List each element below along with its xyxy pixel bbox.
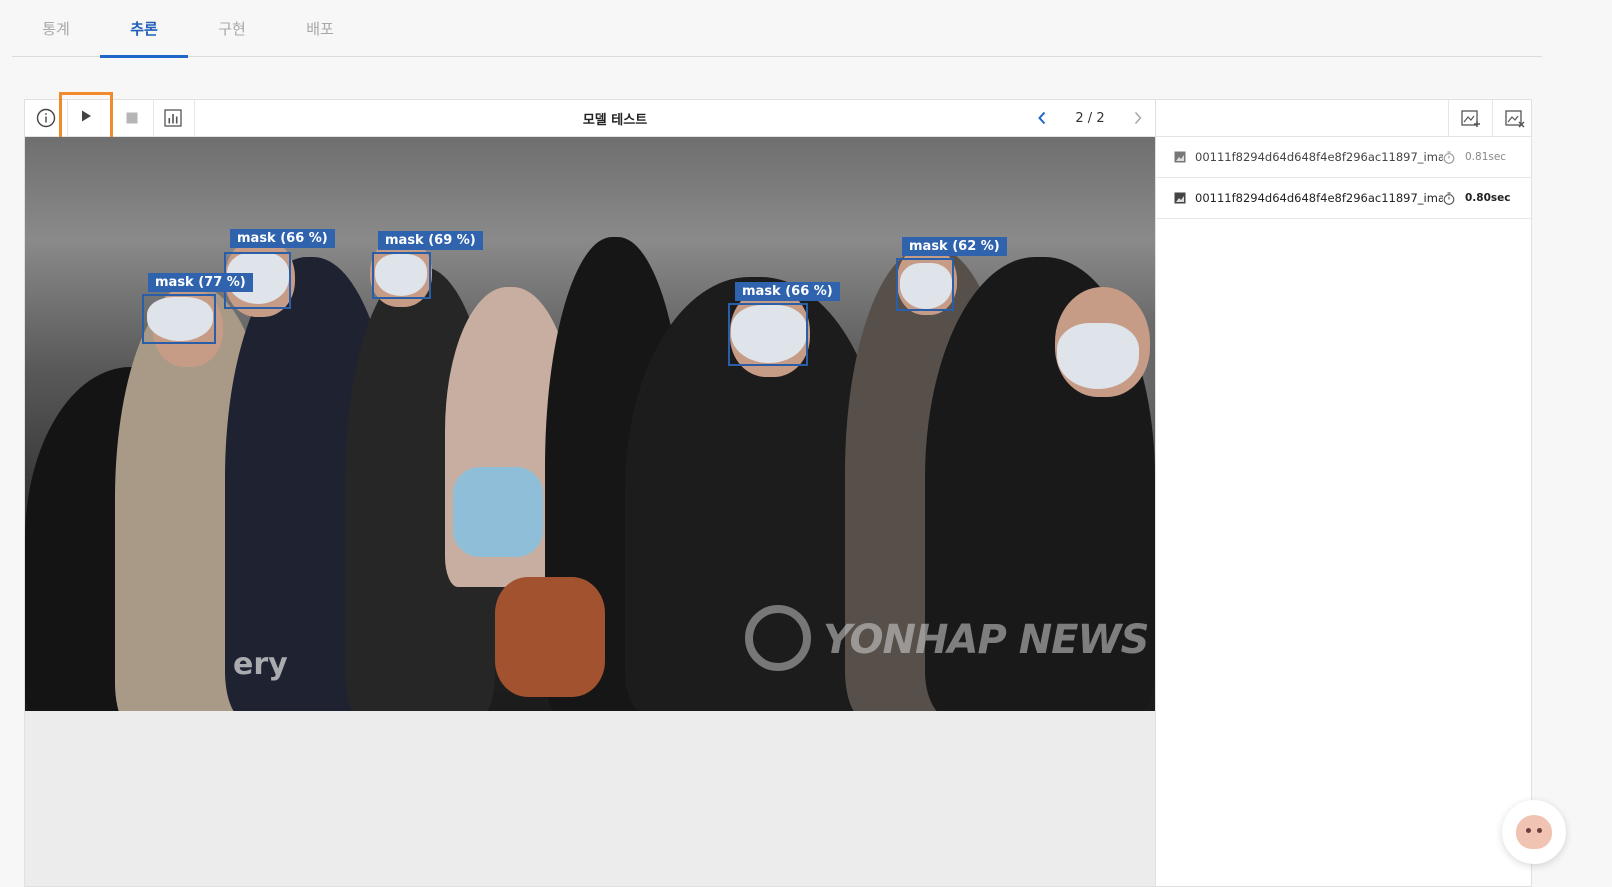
blue-bag bbox=[453, 467, 543, 557]
watermark: YONHAP NEWS bbox=[823, 617, 1149, 663]
assistant-avatar-icon bbox=[1516, 815, 1552, 849]
play-icon bbox=[82, 110, 91, 122]
page-indicator: 2 / 2 bbox=[1075, 110, 1105, 126]
result-time: 0.81sec bbox=[1465, 151, 1507, 163]
remove-image-button[interactable] bbox=[1492, 100, 1536, 136]
play-button[interactable] bbox=[59, 92, 113, 140]
image-file-icon bbox=[1174, 192, 1186, 204]
result-row[interactable]: 00111f8294d64d648f4e8f296ac11897_imag...… bbox=[1156, 137, 1531, 178]
add-image-button[interactable] bbox=[1448, 100, 1492, 136]
results-toolbar bbox=[1156, 100, 1531, 137]
pagination: 2 / 2 bbox=[1025, 100, 1155, 136]
tab-statistics[interactable]: 통계 bbox=[12, 0, 100, 57]
chart-icon bbox=[164, 109, 182, 127]
tab-bar: 통계 추론 구현 배포 bbox=[12, 0, 1542, 58]
detection-box bbox=[142, 294, 216, 344]
detection-label: mask (69 %) bbox=[378, 231, 483, 250]
brown-bag bbox=[495, 577, 605, 697]
detection-label: mask (66 %) bbox=[230, 229, 335, 248]
result-row[interactable]: 00111f8294d64d648f4e8f296ac11897_imag...… bbox=[1156, 178, 1531, 219]
face-mask bbox=[1057, 323, 1139, 389]
inference-toolbar: 모델 테스트 2 / 2 bbox=[25, 92, 1155, 140]
stop-icon bbox=[126, 112, 138, 124]
previous-button[interactable] bbox=[1033, 109, 1051, 127]
remove-image-icon bbox=[1504, 110, 1524, 128]
detection-box bbox=[728, 303, 808, 366]
result-filename: 00111f8294d64d648f4e8f296ac11897_imag... bbox=[1195, 191, 1443, 205]
inference-image: mask (66 %) mask (69 %) mask (77 %) mask… bbox=[25, 137, 1155, 711]
detection-label: mask (62 %) bbox=[902, 237, 1007, 256]
next-button[interactable] bbox=[1129, 109, 1147, 127]
stop-button[interactable] bbox=[111, 100, 154, 136]
tab-implementation[interactable]: 구현 bbox=[188, 0, 276, 57]
timer-icon bbox=[1443, 150, 1455, 164]
timer-icon bbox=[1443, 191, 1455, 205]
watermark-fragment: ery bbox=[233, 647, 288, 682]
detection-label: mask (77 %) bbox=[148, 273, 253, 292]
chevron-right-icon bbox=[1134, 111, 1142, 125]
detection-label: mask (66 %) bbox=[735, 282, 840, 301]
yonhap-logo bbox=[745, 605, 811, 671]
tab-deployment[interactable]: 배포 bbox=[276, 0, 364, 57]
inference-panel: 모델 테스트 2 / 2 mask (66 %) mask (69 %) mas… bbox=[24, 92, 1156, 887]
result-filename: 00111f8294d64d648f4e8f296ac11897_imag... bbox=[1195, 150, 1443, 164]
tab-inference[interactable]: 추론 bbox=[100, 0, 188, 58]
chevron-left-icon bbox=[1038, 111, 1046, 125]
results-panel: 00111f8294d64d648f4e8f296ac11897_imag...… bbox=[1156, 99, 1532, 887]
add-image-icon bbox=[1460, 110, 1480, 127]
chart-button[interactable] bbox=[152, 100, 195, 136]
image-file-icon bbox=[1174, 151, 1186, 163]
detection-box bbox=[896, 258, 954, 311]
detection-box bbox=[372, 252, 431, 299]
info-icon bbox=[36, 108, 56, 128]
chat-assistant-button[interactable] bbox=[1502, 800, 1566, 864]
page-title: 모델 테스트 bbox=[582, 112, 648, 128]
result-time: 0.80sec bbox=[1465, 192, 1511, 204]
